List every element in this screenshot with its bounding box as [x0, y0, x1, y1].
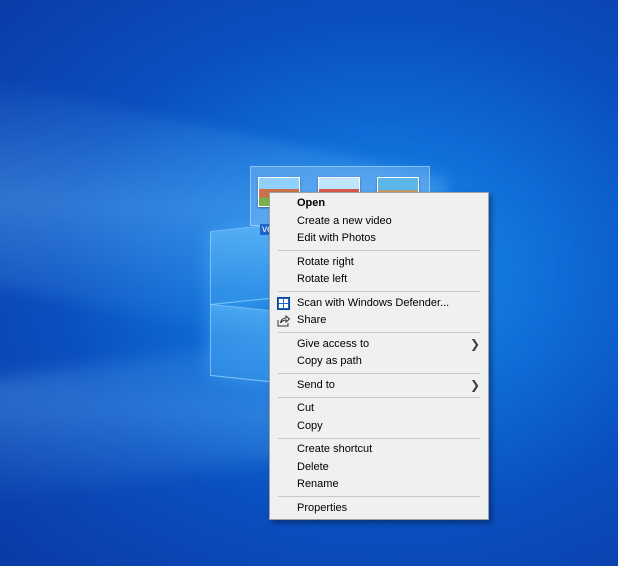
wallpaper-logo-pane-bottom: [210, 303, 270, 383]
menu-separator: [278, 496, 480, 497]
menu-item-rotate-right[interactable]: Rotate right: [270, 254, 488, 272]
menu-item-label: Copy as path: [297, 355, 362, 367]
menu-item-label: Create a new video: [297, 214, 392, 227]
menu-item-copy[interactable]: Copy: [270, 418, 488, 436]
menu-item-create-a-new-video[interactable]: Create a new video: [270, 213, 488, 231]
menu-item-label: Cut: [297, 402, 315, 414]
menu-item-delete[interactable]: Delete: [270, 459, 488, 477]
menu-separator: [278, 396, 480, 398]
menu-item-give-access-to[interactable]: Give access to ❯: [270, 336, 488, 354]
menu-separator: [278, 332, 480, 333]
menu-item-rotate-left[interactable]: Rotate left: [270, 271, 488, 289]
menu-separator: [278, 250, 480, 251]
chevron-right-icon: ❯: [469, 377, 480, 392]
menu-item-label: Create shortcut: [297, 443, 373, 455]
menu-item-open[interactable]: Open: [270, 195, 488, 213]
menu-item-label: Properties: [297, 501, 348, 514]
menu-item-copy-as-path[interactable]: Copy as path: [270, 353, 488, 371]
menu-item-rename[interactable]: Rename: [270, 476, 488, 494]
menu-item-label: Scan with Windows Defender...: [297, 296, 450, 309]
menu-item-label: Rotate left: [297, 273, 348, 285]
menu-item-label: Open: [297, 197, 326, 209]
menu-separator: [278, 373, 480, 374]
menu-item-properties[interactable]: Properties: [270, 500, 488, 518]
menu-item-share[interactable]: Share: [270, 312, 488, 330]
menu-item-cut[interactable]: Cut: [270, 400, 488, 418]
menu-item-label: Copy: [297, 419, 323, 432]
menu-item-label: Rename: [297, 478, 339, 490]
menu-item-label: Give access to: [297, 337, 370, 350]
menu-item-send-to[interactable]: Send to ❯: [270, 377, 488, 395]
desktop[interactable]: vect OpenCreate a new videoEdit with Pho…: [0, 0, 618, 566]
menu-item-create-shortcut[interactable]: Create shortcut: [270, 441, 488, 459]
share-icon: [277, 314, 290, 327]
wallpaper-logo-pane-top: [210, 224, 270, 306]
windows-defender-icon: [277, 296, 290, 310]
menu-item-label: Share: [297, 314, 327, 326]
menu-item-label: Rotate right: [297, 255, 354, 268]
menu-item-label: Delete: [297, 460, 329, 473]
menu-separator: [278, 437, 480, 439]
chevron-right-icon: ❯: [469, 336, 480, 351]
context-menu: Open Create a new video Edit with Photos Ro…: [269, 192, 489, 520]
menu-item-label: Send to: [297, 378, 335, 391]
menu-separator: [278, 291, 480, 292]
menu-item-label: Edit with Photos: [297, 232, 376, 244]
menu-item-scan-with-windows-defender[interactable]: Scan with Windows Defender...: [270, 295, 488, 313]
menu-item-edit-with-photos[interactable]: Edit with Photos: [270, 230, 488, 248]
